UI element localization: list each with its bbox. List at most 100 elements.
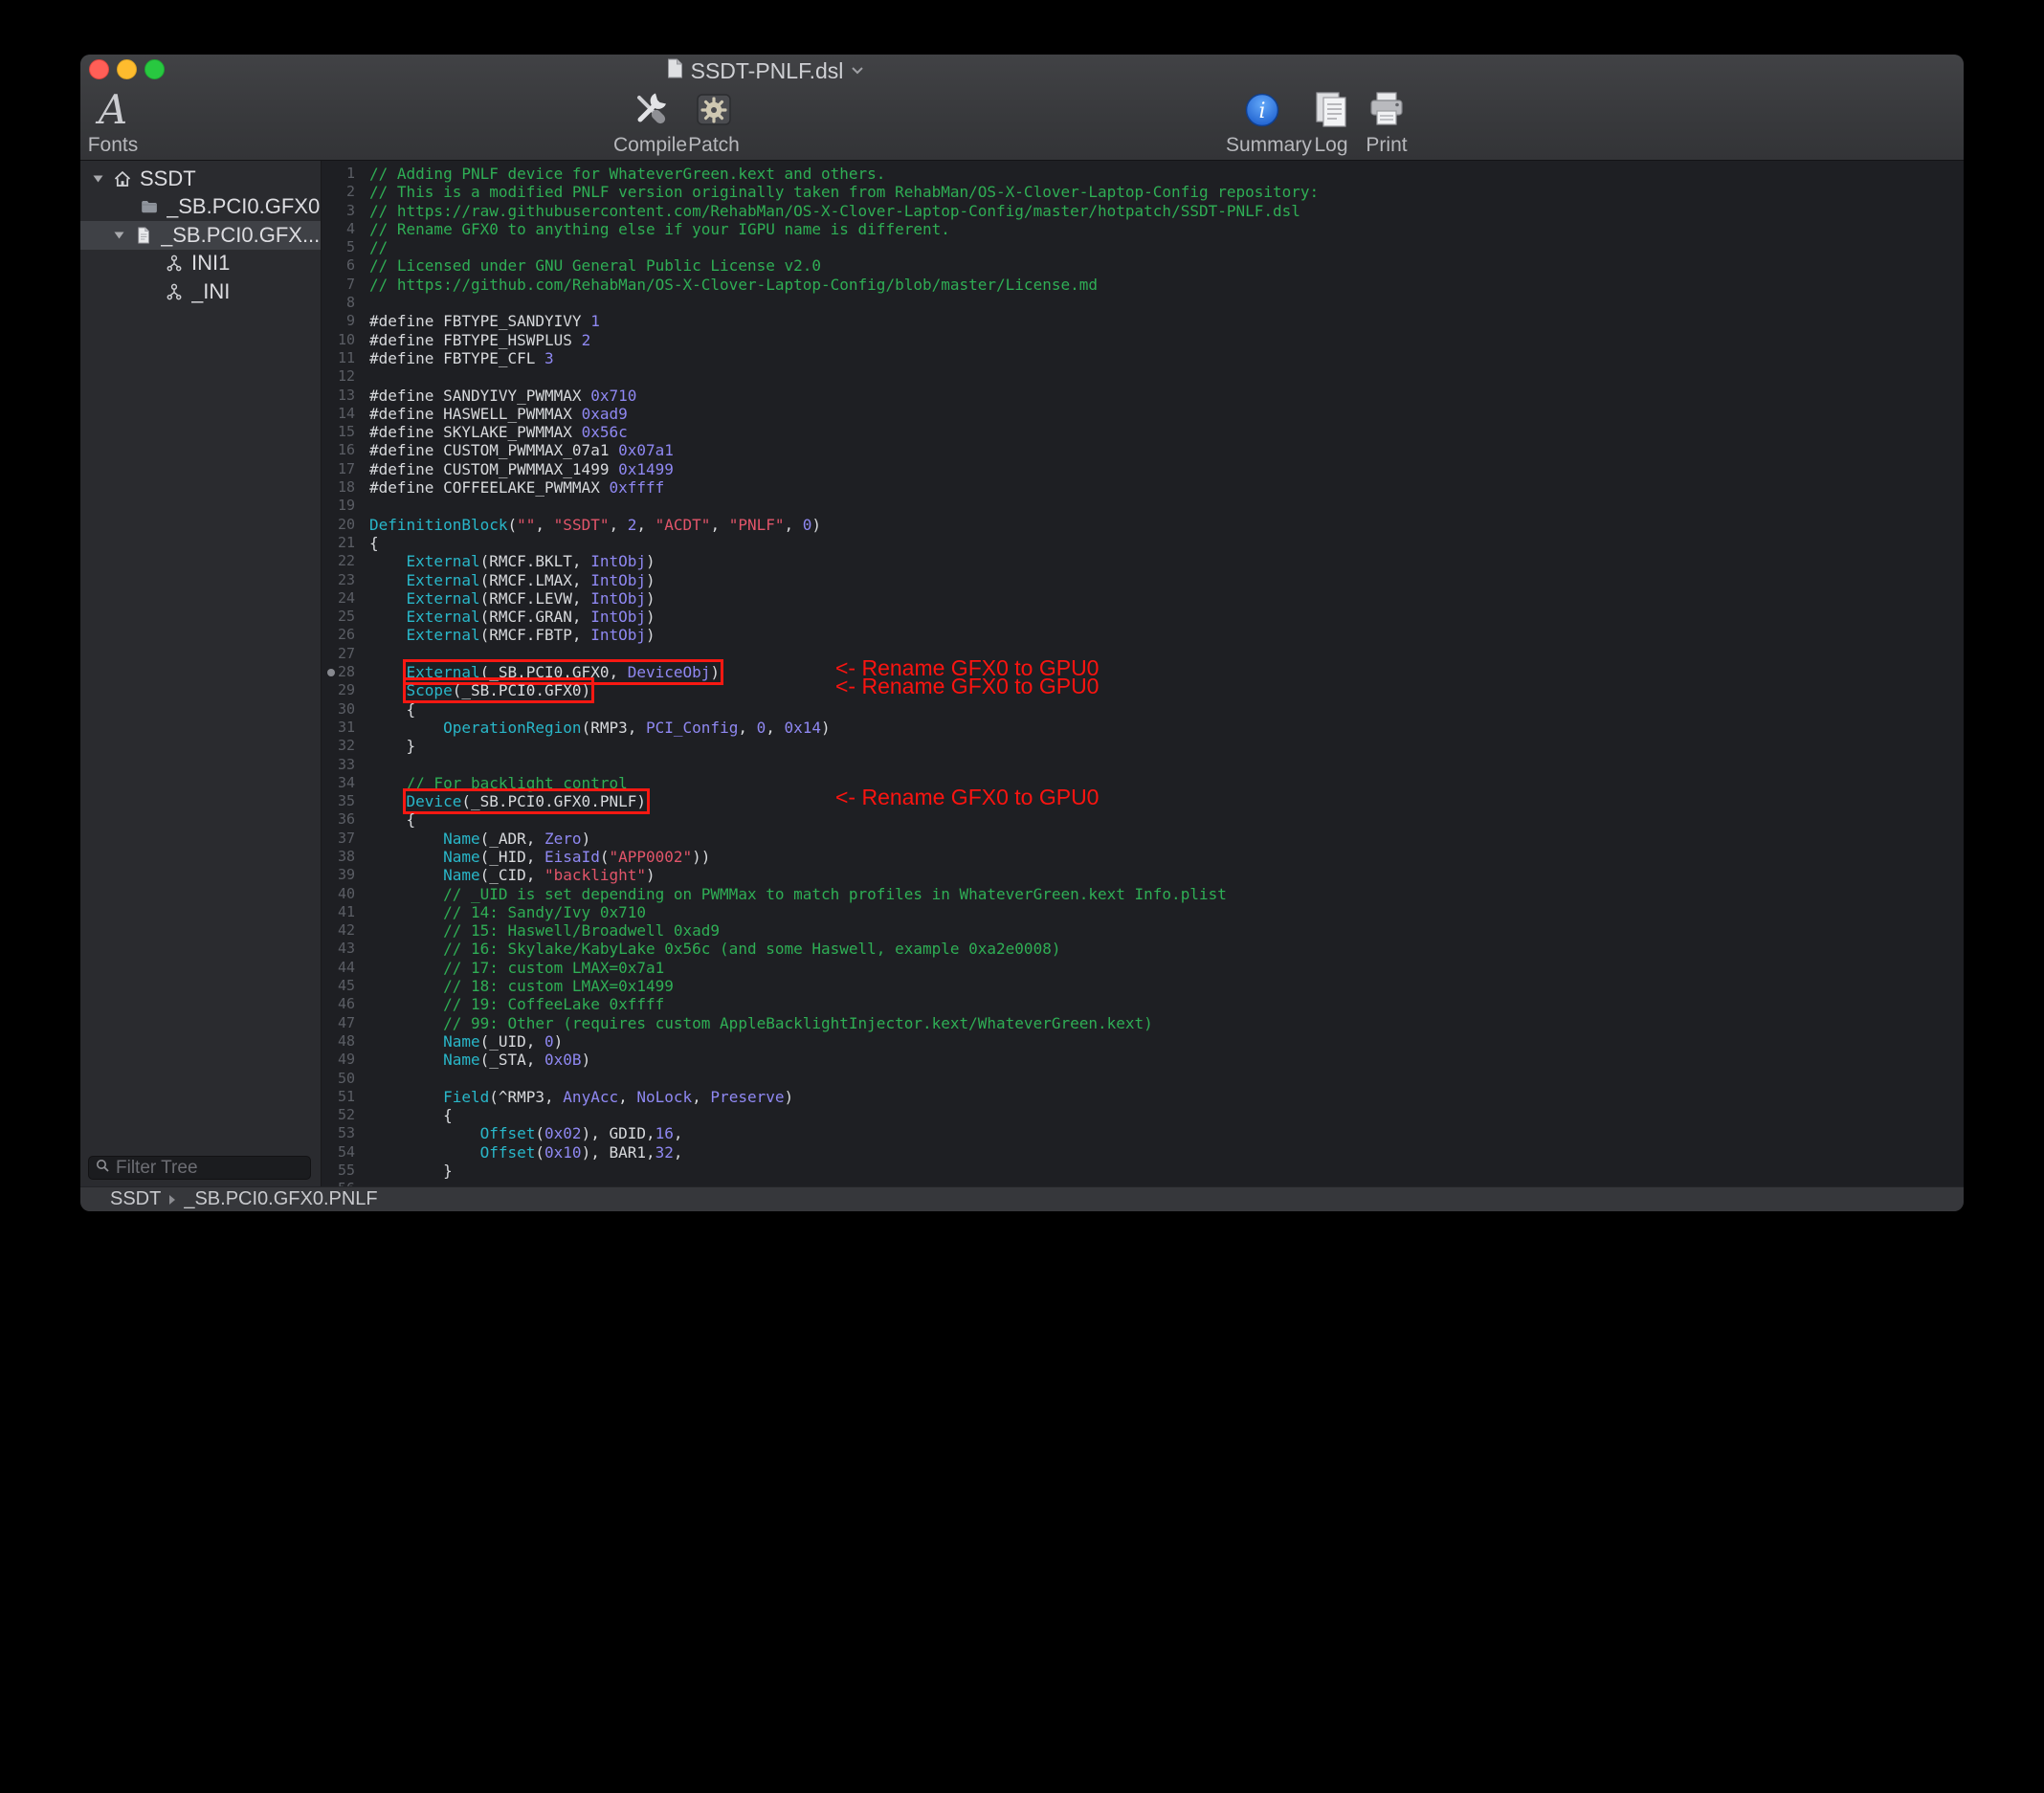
line-number: 11 xyxy=(322,349,363,367)
code-line: { xyxy=(369,534,1964,552)
code-line: // 17: custom LMAX=0x7a1 xyxy=(369,959,1964,977)
window-title-group[interactable]: SSDT-PNLF.dsl xyxy=(612,57,919,84)
line-number: 36 xyxy=(322,810,363,829)
code-line xyxy=(369,756,1964,774)
filter-tree-input[interactable] xyxy=(116,1158,303,1179)
line-number: 38 xyxy=(322,848,363,866)
line-number: 14 xyxy=(322,405,363,423)
line-marker-dot xyxy=(327,669,335,676)
minimize-button[interactable] xyxy=(117,59,137,79)
sidebar-item-ini1[interactable]: INI1 xyxy=(80,250,321,278)
code-line: // 99: Other (requires custom AppleBackl… xyxy=(369,1014,1964,1032)
code-line: // 16: Skylake/KabyLake 0x56c (and some … xyxy=(369,940,1964,958)
line-number: 45 xyxy=(322,977,363,995)
line-number: 53 xyxy=(322,1124,363,1142)
code-editor[interactable]: 1234567891011121314151617181920212223242… xyxy=(322,161,1964,1186)
line-number: 40 xyxy=(322,885,363,903)
sidebar-item-label: _INI xyxy=(191,279,230,304)
line-number: 22 xyxy=(322,552,363,570)
code-line: // 15: Haswell/Broadwell 0xad9 xyxy=(369,921,1964,940)
disclosure-triangle-icon[interactable] xyxy=(88,173,107,184)
line-number: 21 xyxy=(322,534,363,552)
annotation-red-box: External(_SB.PCI0.GFX0, DeviceObj) xyxy=(407,663,721,681)
code-line: { xyxy=(369,810,1964,829)
status-bar: SSDT _SB.PCI0.GFX0.PNLF xyxy=(80,1186,1964,1211)
code-line: // 14: Sandy/Ivy 0x710 xyxy=(369,903,1964,921)
line-number: 33 xyxy=(322,756,363,774)
code-line: { xyxy=(369,700,1964,719)
code-line: External(RMCF.LEVW, IntObj) xyxy=(369,589,1964,608)
patch-button[interactable]: Patch xyxy=(678,86,750,157)
code-line: External(RMCF.GRAN, IntObj) xyxy=(369,608,1964,626)
sidebar-item-label: SSDT xyxy=(140,166,196,191)
svg-text:i: i xyxy=(1258,100,1265,123)
line-number: 42 xyxy=(322,921,363,940)
traffic-lights xyxy=(89,59,165,79)
fonts-button[interactable]: A Fonts xyxy=(80,86,145,157)
code-line: #define COFFEELAKE_PWMMAX 0xffff xyxy=(369,478,1964,497)
line-number-gutter: 1234567891011121314151617181920212223242… xyxy=(322,161,363,1186)
breadcrumb-item: _SB.PCI0.GFX0.PNLF xyxy=(184,1188,377,1210)
ssdt-tree: SSDT _SB.PCI0.GFX0_SB.PCI0.GFX...INI1_INI xyxy=(80,161,321,306)
line-number: 15 xyxy=(322,423,363,441)
print-button[interactable]: Print xyxy=(1350,86,1423,157)
line-number: 37 xyxy=(322,830,363,848)
line-number: 54 xyxy=(322,1143,363,1162)
window-title: SSDT-PNLF.dsl xyxy=(691,58,844,84)
annotation-text: <- Rename GFX0 to GPU0 xyxy=(835,788,1099,807)
line-number: 16 xyxy=(322,441,363,459)
annotation-red-box: Scope(_SB.PCI0.GFX0) xyxy=(407,681,591,699)
code-line: #define HASWELL_PWMMAX 0xad9 xyxy=(369,405,1964,423)
code-line: // This is a modified PNLF version origi… xyxy=(369,183,1964,201)
line-number: 24 xyxy=(322,589,363,608)
line-number: 51 xyxy=(322,1088,363,1106)
code-line: OperationRegion(RMP3, PCI_Config, 0, 0x1… xyxy=(369,719,1964,737)
code-line: #define CUSTOM_PWMMAX_07a1 0x07a1 xyxy=(369,441,1964,459)
line-number: 35 xyxy=(322,792,363,810)
close-button[interactable] xyxy=(89,59,109,79)
line-number: 27 xyxy=(322,645,363,663)
print-label: Print xyxy=(1350,134,1423,157)
line-number: 48 xyxy=(322,1032,363,1051)
annotation-text: <- Rename GFX0 to GPU0 xyxy=(835,677,1099,696)
sidebar: SSDT _SB.PCI0.GFX0_SB.PCI0.GFX...INI1_INI xyxy=(80,161,322,1186)
code-line: External(RMCF.LMAX, IntObj) xyxy=(369,571,1964,589)
line-number: 43 xyxy=(322,940,363,958)
code-line: // 19: CoffeeLake 0xffff xyxy=(369,995,1964,1013)
line-number: 3 xyxy=(322,202,363,220)
code-line xyxy=(369,1180,1964,1186)
line-number: 5 xyxy=(322,238,363,256)
line-number: 2 xyxy=(322,183,363,201)
code-line: } xyxy=(369,737,1964,755)
sidebar-item-sb-pci0-gfx0[interactable]: _SB.PCI0.GFX0 xyxy=(80,193,321,222)
filter-tree-field[interactable] xyxy=(88,1156,311,1180)
code-line xyxy=(369,294,1964,312)
line-number: 8 xyxy=(322,294,363,312)
summary-button[interactable]: i Summary xyxy=(1226,86,1299,157)
code-line xyxy=(369,1070,1964,1088)
line-number: 26 xyxy=(322,626,363,644)
document-icon xyxy=(134,226,153,245)
sidebar-item-sb-pci0-gfx[interactable]: _SB.PCI0.GFX... xyxy=(80,221,321,250)
zoom-button[interactable] xyxy=(144,59,165,79)
code-line: Name(_HID, EisaId("APP0002")) xyxy=(369,848,1964,866)
code-line: Name(_UID, 0) xyxy=(369,1032,1964,1051)
line-number: 10 xyxy=(322,331,363,349)
breadcrumb-separator-icon xyxy=(169,1195,175,1205)
sidebar-item-ini[interactable]: _INI xyxy=(80,277,321,306)
line-number: 47 xyxy=(322,1014,363,1032)
line-number: 1 xyxy=(322,165,363,183)
window-header: SSDT-PNLF.dsl A Fonts Compile xyxy=(80,55,1964,161)
code-line: #define FBTYPE_CFL 3 xyxy=(369,349,1964,367)
chevron-down-icon[interactable] xyxy=(851,62,864,79)
line-number: 34 xyxy=(322,774,363,792)
patch-icon xyxy=(678,86,750,133)
line-number: 50 xyxy=(322,1070,363,1088)
disclosure-triangle-icon[interactable] xyxy=(109,230,128,240)
sidebar-item-label: _SB.PCI0.GFX0 xyxy=(167,194,320,219)
compile-button[interactable]: Compile xyxy=(613,86,686,157)
sidebar-item-ssdt[interactable]: SSDT xyxy=(80,165,321,193)
line-number: 23 xyxy=(322,571,363,589)
line-number: 52 xyxy=(322,1106,363,1124)
code-area[interactable]: // Adding PNLF device for WhateverGreen.… xyxy=(363,161,1964,1186)
